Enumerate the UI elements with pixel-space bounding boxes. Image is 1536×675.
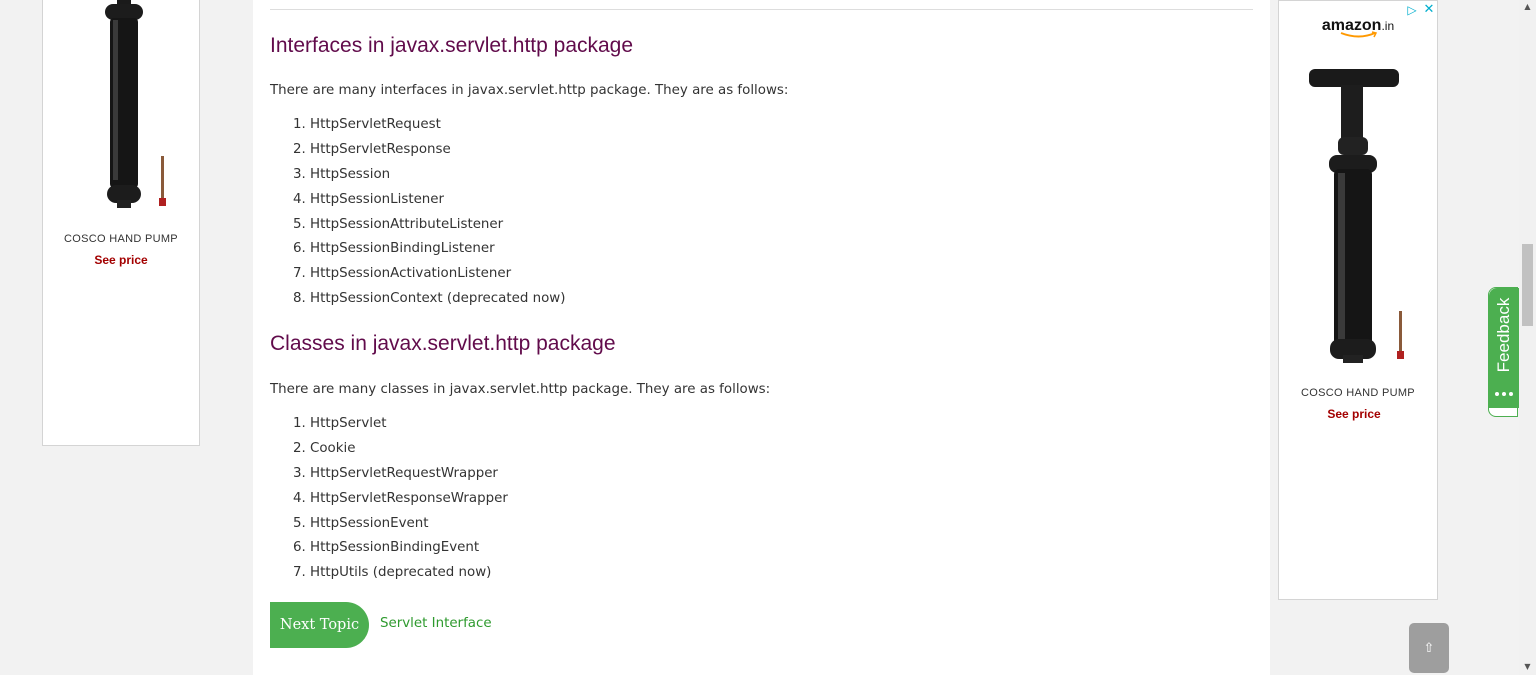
amazon-smile-icon — [1340, 31, 1378, 38]
list-item: HttpServletRequestWrapper — [310, 462, 508, 487]
left-ad[interactable]: COSCO HAND PUMP See price — [42, 0, 200, 446]
interfaces-heading: Interfaces in javax.servlet.http package — [270, 34, 634, 57]
ad-see-price-link[interactable]: See price — [1275, 407, 1433, 421]
arrow-up-icon: ⇧ — [1423, 640, 1435, 656]
list-item: HttpSessionContext (deprecated now) — [310, 287, 565, 312]
interfaces-list: HttpServletRequest HttpServletResponse H… — [270, 113, 565, 312]
next-topic-link[interactable]: Servlet Interface — [380, 616, 492, 631]
list-item: HttpServletResponse — [310, 138, 565, 163]
feedback-label: Feedback — [1494, 297, 1513, 373]
hand-pump-image — [1309, 69, 1404, 363]
list-item: HttpSessionBindingListener — [310, 237, 565, 262]
list-item: HttpSession — [310, 163, 565, 188]
list-item: HttpUtils (deprecated now) — [310, 561, 508, 586]
list-item: HttpSessionListener — [310, 188, 565, 213]
hand-pump-image — [105, 0, 166, 208]
chat-bubble-icon — [1495, 392, 1513, 396]
list-item: HttpSessionActivationListener — [310, 262, 565, 287]
list-item: HttpServlet — [310, 412, 508, 437]
list-item: Cookie — [310, 437, 508, 462]
classes-list: HttpServlet Cookie HttpServletRequestWra… — [270, 412, 508, 586]
next-topic-button[interactable]: Next Topic — [270, 602, 369, 648]
scroll-up-arrow-icon[interactable]: ▲ — [1523, 2, 1532, 11]
classes-intro: There are many classes in javax.servlet.… — [270, 382, 771, 397]
close-icon[interactable]: ✕ — [1421, 2, 1437, 17]
adchoices-icon[interactable]: ▷ — [1404, 2, 1420, 17]
ad-product-name[interactable]: COSCO HAND PUMP — [1279, 387, 1437, 399]
ad-see-price-link[interactable]: See price — [43, 253, 199, 267]
page-scrollbar[interactable]: ▲ ▼ — [1519, 0, 1536, 675]
list-item: HttpSessionBindingEvent — [310, 536, 508, 561]
classes-heading: Classes in javax.servlet.http package — [270, 332, 616, 355]
list-item: HttpSessionAttributeListener — [310, 213, 565, 238]
list-item: HttpSessionEvent — [310, 512, 508, 537]
feedback-tab[interactable]: Feedback — [1488, 287, 1519, 417]
main-content: Interfaces in javax.servlet.http package… — [253, 0, 1270, 675]
divider — [270, 9, 1253, 10]
right-ad[interactable]: ▷ ✕ amazon.in COSCO HAND PUMP See price — [1278, 0, 1438, 600]
list-item: HttpServletRequest — [310, 113, 565, 138]
ad-product-name[interactable]: COSCO HAND PUMP — [43, 233, 199, 245]
scroll-to-top-button[interactable]: ⇧ — [1409, 623, 1449, 673]
scroll-down-arrow-icon[interactable]: ▼ — [1523, 662, 1532, 671]
list-item: HttpServletResponseWrapper — [310, 487, 508, 512]
amazon-brand-suffix: .in — [1381, 19, 1395, 33]
scroll-thumb[interactable] — [1522, 244, 1533, 326]
interfaces-intro: There are many interfaces in javax.servl… — [270, 83, 789, 98]
